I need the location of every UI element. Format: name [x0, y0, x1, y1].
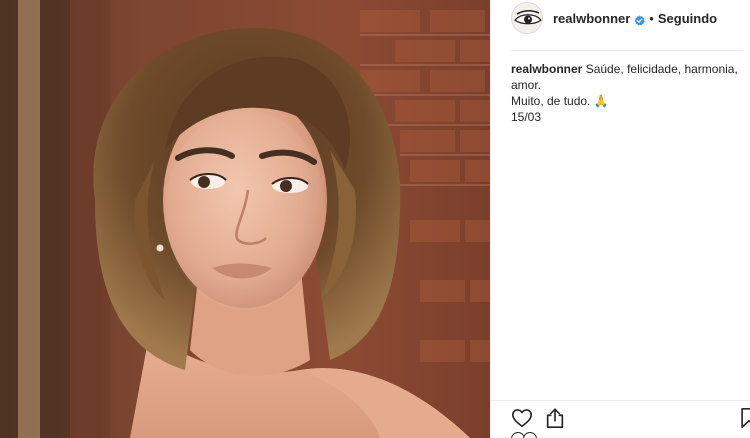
separator-dot: •	[649, 10, 654, 26]
author-avatar[interactable]	[511, 2, 543, 34]
header-divider	[511, 50, 743, 51]
post-actions	[511, 407, 750, 431]
author-username[interactable]: realwbonner	[553, 11, 630, 26]
following-button[interactable]: Seguindo	[658, 11, 717, 26]
liked-by-avatars	[511, 432, 551, 438]
portrait-image	[0, 0, 490, 438]
heart-icon[interactable]	[511, 407, 533, 429]
share-icon[interactable]	[544, 407, 566, 429]
caption-date: 15/03	[511, 110, 542, 124]
caption-username[interactable]: realwbonner	[511, 62, 582, 76]
post-caption: realwbonner Saúde, felicidade, harmonia,…	[511, 61, 743, 125]
post-photo[interactable]	[0, 0, 490, 438]
verified-badge-icon	[634, 13, 646, 25]
caption-text-line2: Muito, de tudo. 🙏	[511, 94, 609, 108]
post-header: realwbonner • Seguindo	[491, 0, 750, 36]
liker-avatar	[523, 432, 537, 438]
actions-divider	[491, 400, 750, 401]
bookmark-icon[interactable]	[738, 407, 750, 429]
post-side-panel: realwbonner • Seguindo realwbonner Saúde…	[490, 0, 750, 438]
